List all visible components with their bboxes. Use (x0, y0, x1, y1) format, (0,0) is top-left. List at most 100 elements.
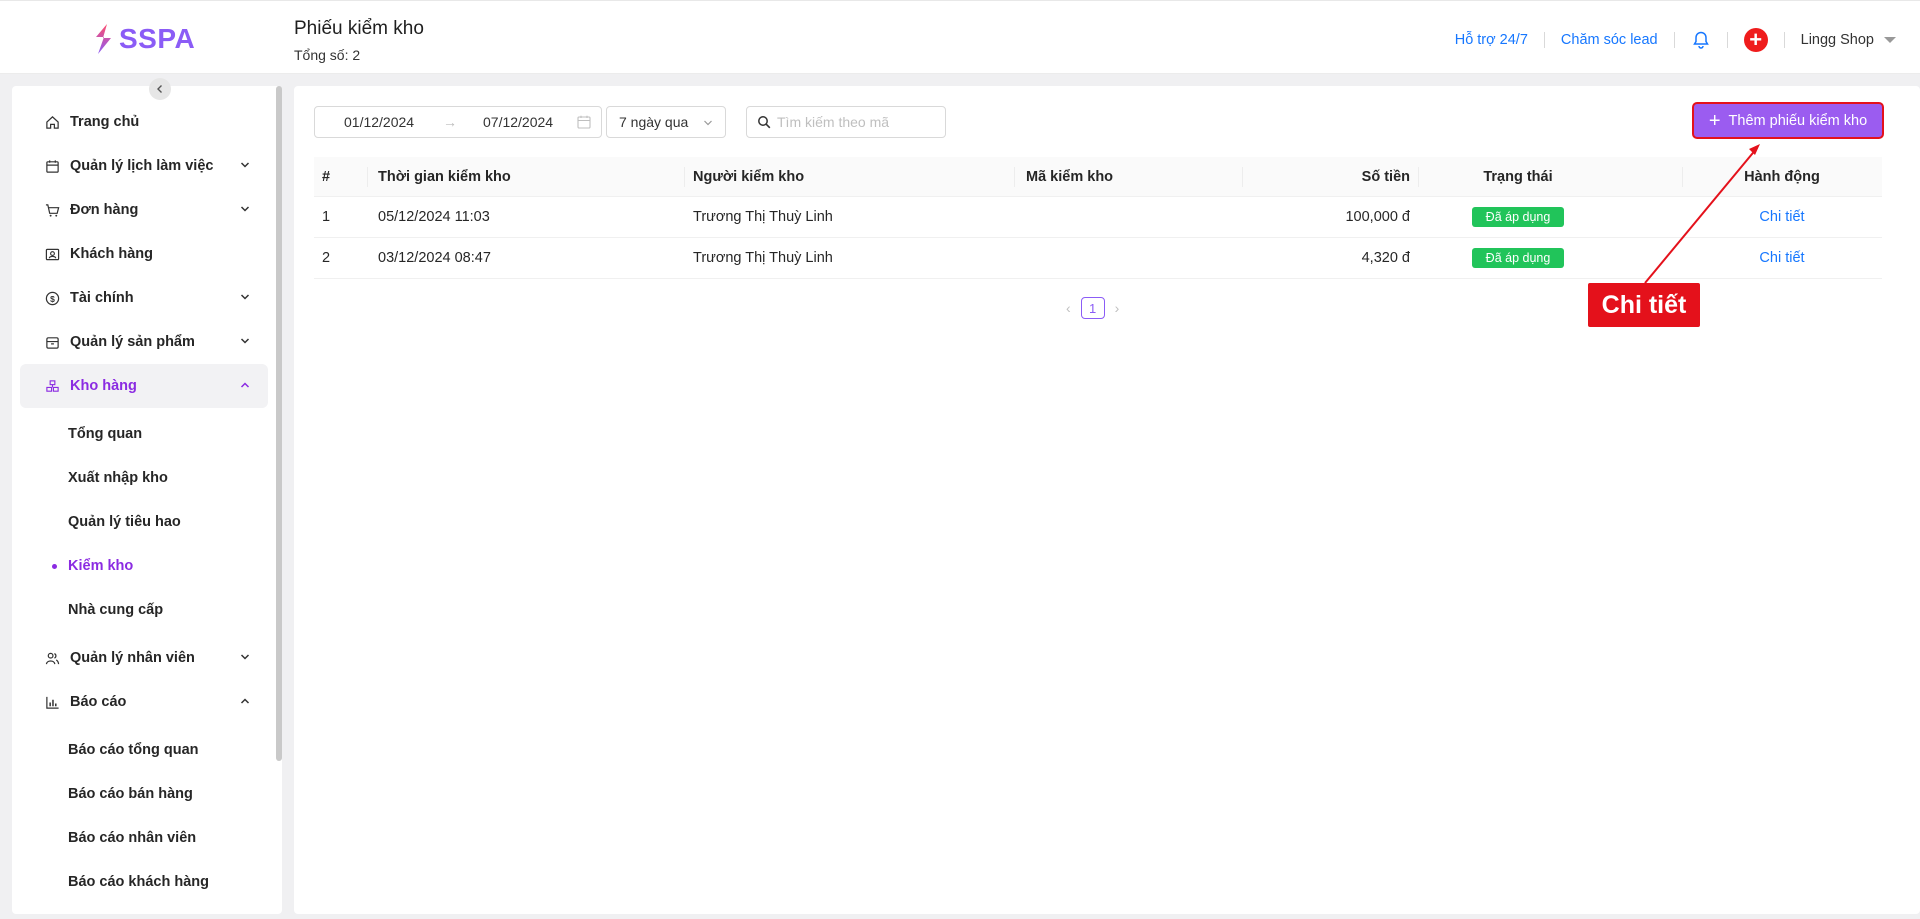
prev-page-icon[interactable]: ‹ (1066, 300, 1071, 316)
sidebar-item-label: Khách hàng (70, 246, 153, 262)
sidebar-collapse-button[interactable] (149, 78, 171, 100)
col-action: Hành động (1744, 168, 1820, 185)
sidebar-item-staff[interactable]: Quản lý nhân viên (20, 636, 268, 680)
date-range-picker[interactable]: 01/12/2024 → 07/12/2024 (314, 106, 602, 138)
chevron-down-icon (240, 338, 250, 344)
sidebar-subitem-report-sales[interactable]: Báo cáo bán hàng (68, 783, 193, 805)
row-time: 05/12/2024 11:03 (378, 209, 490, 225)
chevron-down-icon (240, 206, 250, 212)
chevron-up-icon (240, 698, 250, 704)
row-action: Chi tiết (1682, 197, 1882, 237)
sidebar-subitem-report-customers[interactable]: Báo cáo khách hàng (68, 871, 209, 893)
user-name: Lingg Shop (1800, 32, 1874, 48)
divider (1673, 32, 1675, 48)
logo-mark-icon (96, 24, 111, 54)
row-status: Đã áp dụng (1418, 197, 1618, 237)
annotation-label: Chi tiết (1588, 283, 1700, 327)
sidebar-subitem-stock-check[interactable]: Kiểm kho (68, 555, 133, 577)
calendar-icon (44, 158, 60, 174)
col-divider (367, 167, 368, 187)
row-time: 03/12/2024 08:47 (378, 250, 491, 266)
cart-icon (44, 202, 60, 218)
bell-icon[interactable] (1691, 30, 1711, 50)
search-icon (758, 116, 771, 129)
date-end-input[interactable]: 07/12/2024 (483, 114, 553, 130)
page-title: Phiếu kiểm kho (294, 18, 424, 39)
sidebar-item-label: Đơn hàng (70, 202, 139, 218)
sidebar-subitem-report-overview[interactable]: Báo cáo tổng quan (68, 739, 199, 761)
sidebar-item-products[interactable]: Quản lý sản phẩm (20, 320, 268, 364)
table-row: 2 03/12/2024 08:47 Trương Thị Thuỳ Linh … (314, 238, 1882, 279)
col-person: Người kiểm kho (693, 168, 805, 185)
warehouse-icon (44, 378, 60, 394)
sidebar-subitem-import-export[interactable]: Xuất nhập kho (68, 467, 168, 489)
col-code: Mã kiểm kho (1026, 168, 1114, 185)
row-person: Trương Thị Thuỳ Linh (693, 250, 833, 266)
home-icon (44, 114, 60, 130)
sidebar-item-label: Quản lý nhân viên (70, 650, 195, 666)
sidebar-subitem-suppliers[interactable]: Nhà cung cấp (68, 599, 163, 621)
header-actions: Hỗ trợ 24/7 Chăm sóc lead + Lingg Shop (1455, 25, 1896, 55)
search-input[interactable] (777, 114, 937, 130)
date-preset-select[interactable]: 7 ngày qua (606, 106, 726, 138)
sidebar-item-label: Quản lý lịch làm việc (70, 158, 214, 174)
col-status: Trạng thái (1483, 168, 1553, 185)
date-preset-value: 7 ngày qua (619, 114, 689, 130)
row-person: Trương Thị Thuỳ Linh (693, 209, 833, 225)
page-number[interactable]: 1 (1080, 297, 1105, 319)
sidebar-subitem-consumption[interactable]: Quản lý tiêu hao (68, 511, 181, 533)
stock-check-table: # Thời gian kiểm kho Người kiểm kho Mã k… (314, 157, 1882, 279)
row-index: 1 (322, 209, 331, 225)
active-dot (52, 564, 57, 569)
lead-care-link[interactable]: Chăm sóc lead (1561, 32, 1658, 48)
add-button-label: Thêm phiếu kiểm kho (1728, 112, 1868, 129)
sidebar-scrollbar[interactable] (276, 86, 282, 761)
chevron-up-icon (240, 382, 250, 388)
row-status: Đã áp dụng (1418, 238, 1618, 278)
sidebar-item-warehouse[interactable]: Kho hàng (20, 364, 268, 408)
sidebar-item-orders[interactable]: Đơn hàng (20, 188, 268, 232)
detail-link[interactable]: Chi tiết (1759, 209, 1804, 225)
row-amount: 100,000 đ (1345, 209, 1410, 225)
next-page-icon[interactable]: › (1115, 300, 1120, 316)
calendar-icon (577, 115, 591, 129)
sidebar-subitem-overview[interactable]: Tổng quan (68, 423, 142, 445)
quick-add-icon[interactable]: + (1743, 28, 1768, 52)
sidebar-item-finance[interactable]: $ Tài chính (20, 276, 268, 320)
brand-logo[interactable]: SSPA (93, 23, 195, 55)
sidebar-item-label: Quản lý sản phẩm (70, 334, 195, 350)
range-arrow: → (443, 114, 457, 130)
sidebar-item-home[interactable]: Trang chủ (20, 100, 268, 144)
divider (1543, 32, 1545, 48)
detail-link[interactable]: Chi tiết (1759, 250, 1804, 266)
sidebar-item-reports[interactable]: Báo cáo (20, 680, 268, 724)
pagination: ‹ 1 › (1066, 297, 1119, 319)
support-link[interactable]: Hỗ trợ 24/7 (1455, 32, 1528, 48)
contact-card-icon (44, 246, 60, 262)
logo-text: SSPA (119, 23, 196, 54)
search-box[interactable] (746, 106, 946, 138)
col-amount: Số tiền (1361, 168, 1410, 185)
status-badge: Đã áp dụng (1471, 207, 1565, 227)
chevron-left-icon (157, 85, 162, 93)
plus-icon: + (1708, 109, 1721, 132)
col-divider (1014, 167, 1015, 187)
sidebar-item-customers[interactable]: Khách hàng (20, 232, 268, 276)
sidebar-item-label: Tài chính (70, 290, 134, 306)
table-header: # Thời gian kiểm kho Người kiểm kho Mã k… (314, 157, 1882, 197)
date-start-input[interactable]: 01/12/2024 (344, 114, 414, 130)
sidebar-item-label: Kho hàng (70, 378, 137, 394)
sidebar-item-schedule[interactable]: Quản lý lịch làm việc (20, 144, 268, 188)
chevron-down-icon (240, 294, 250, 300)
col-index: # (322, 168, 331, 185)
add-stock-check-button[interactable]: + Thêm phiếu kiểm kho (1692, 102, 1884, 139)
col-time: Thời gian kiểm kho (378, 168, 511, 185)
users-icon (44, 650, 60, 666)
user-menu[interactable]: Lingg Shop (1801, 32, 1896, 48)
divider (1783, 32, 1785, 48)
divider (1726, 32, 1728, 48)
chevron-down-icon (240, 654, 250, 660)
chevron-down-icon (704, 120, 712, 126)
sidebar-subitem-report-staff[interactable]: Báo cáo nhân viên (68, 827, 196, 849)
box-icon (44, 334, 60, 350)
